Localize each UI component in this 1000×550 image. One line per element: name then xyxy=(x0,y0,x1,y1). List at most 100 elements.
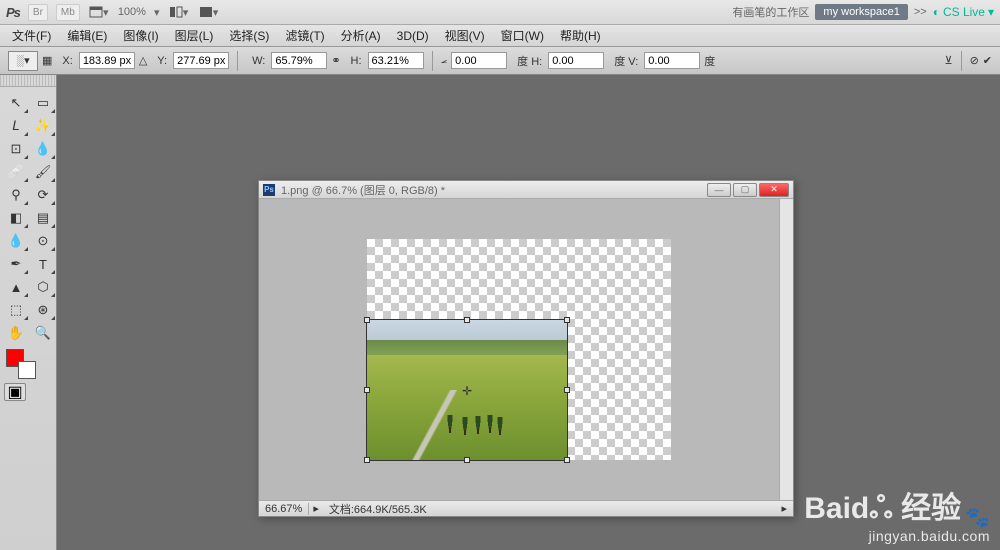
color-swatches xyxy=(0,347,56,377)
menu-analysis[interactable]: 分析(A) xyxy=(333,27,389,44)
document-titlebar[interactable]: Ps 1.png @ 66.7% (图层 0, RGB/8) * — ▢ ✕ xyxy=(259,181,793,199)
type-tool[interactable]: T xyxy=(31,254,55,274)
canvas-area[interactable]: ✛ xyxy=(259,199,779,500)
menu-layer[interactable]: 图层(L) xyxy=(167,27,222,44)
camera-icon: ▣ xyxy=(7,382,22,402)
brush-tool[interactable]: 🖌 xyxy=(31,162,55,182)
menu-3d[interactable]: 3D(D) xyxy=(389,29,437,43)
transform-handle[interactable] xyxy=(564,387,570,393)
skew-v-field[interactable] xyxy=(644,52,700,69)
minibridge-button[interactable]: Mb xyxy=(56,4,80,21)
transform-center-icon[interactable]: ✛ xyxy=(462,384,472,398)
y-field[interactable] xyxy=(173,52,229,69)
paw-icon: 🐾 xyxy=(965,505,990,530)
workspace-label: 有画笔的工作区 xyxy=(732,4,809,20)
x-label: X: xyxy=(62,55,72,67)
toolbox-drag-handle[interactable] xyxy=(0,75,56,87)
status-zoom[interactable]: 66.67% xyxy=(259,503,309,515)
background-swatch[interactable] xyxy=(18,361,36,379)
path-select-tool[interactable]: ▲ xyxy=(4,277,28,297)
hand-tool[interactable]: ✋ xyxy=(4,323,28,343)
move-tool[interactable]: ↖ xyxy=(4,93,28,113)
h-label: H: xyxy=(351,55,362,67)
dodge-tool[interactable]: ⊙ xyxy=(31,231,55,251)
ps-file-icon: Ps xyxy=(263,184,275,196)
watermark: Baidஃ 经验🐾 jingyan.baidu.com xyxy=(804,483,990,544)
arrange-icon[interactable]: ▾ xyxy=(167,3,189,21)
link-icon[interactable]: ⚭ xyxy=(331,54,340,67)
status-info[interactable]: 文档:664.9K/565.3K xyxy=(323,501,776,517)
bridge-button[interactable]: Br xyxy=(28,4,48,21)
w-label: W: xyxy=(252,55,265,67)
delta-icon[interactable]: △ xyxy=(139,54,147,67)
shape-tool[interactable]: ⬡ xyxy=(31,277,55,297)
options-bar: ░▾ ▦ X: △ Y: W: ⚭ H: ⦟ 度 H: 度 V: 度 ⊻ ⊘ ✔ xyxy=(0,47,1000,75)
stamp-tool[interactable]: ⚲ xyxy=(4,185,28,205)
menu-window[interactable]: 窗口(W) xyxy=(493,27,552,44)
skew-h-field[interactable] xyxy=(548,52,604,69)
healing-tool[interactable]: 🩹 xyxy=(4,162,28,182)
document-window: Ps 1.png @ 66.7% (图层 0, RGB/8) * — ▢ ✕ xyxy=(258,180,794,517)
transform-handle[interactable] xyxy=(364,387,370,393)
menu-view[interactable]: 视图(V) xyxy=(437,27,493,44)
cslive-button[interactable]: ◐CS Live▾ xyxy=(933,5,994,19)
work-area: Ps 1.png @ 66.7% (图层 0, RGB/8) * — ▢ ✕ xyxy=(57,75,1000,550)
eraser-tool[interactable]: ◧ xyxy=(4,208,28,228)
cslive-icon: ◐ xyxy=(933,5,940,19)
quickmask-button[interactable]: ▣ xyxy=(4,383,26,401)
warp-button[interactable]: ⊻ xyxy=(945,54,953,67)
menu-file[interactable]: 文件(F) xyxy=(4,27,59,44)
screenmode-icon[interactable]: ▾ xyxy=(197,3,219,21)
transform-handle[interactable] xyxy=(464,317,470,323)
crop-tool[interactable]: ⊡ xyxy=(4,139,28,159)
canvas[interactable]: ✛ xyxy=(367,239,671,460)
w-field[interactable] xyxy=(271,52,327,69)
transform-handle[interactable] xyxy=(564,457,570,463)
close-button[interactable]: ✕ xyxy=(759,183,789,197)
reference-point-icon[interactable]: ▦ xyxy=(42,54,52,67)
menu-image[interactable]: 图像(I) xyxy=(115,27,166,44)
3d-tool[interactable]: ⬚ xyxy=(4,300,28,320)
workspace-more[interactable]: >> xyxy=(914,6,927,18)
toolbox: ↖▭𝘓✨⊡💧🩹🖌⚲⟳◧▤💧⊙✒T▲⬡⬚⊛✋🔍 ▣ xyxy=(0,75,57,550)
commit-transform-icon[interactable]: ✔ xyxy=(983,54,992,67)
3d-camera-tool[interactable]: ⊛ xyxy=(31,300,55,320)
app-topbar: Ps Br Mb ▾ 100%▾ ▾ ▾ 有画笔的工作区 my workspac… xyxy=(0,0,1000,25)
vertical-scrollbar[interactable] xyxy=(779,199,793,500)
transform-handle[interactable] xyxy=(364,457,370,463)
angle-icon: ⦟ xyxy=(441,54,448,67)
marquee-tool[interactable]: ▭ xyxy=(31,93,55,113)
skew-h-label: 度 H: xyxy=(517,53,542,69)
pen-tool[interactable]: ✒ xyxy=(4,254,28,274)
y-label: Y: xyxy=(157,55,167,67)
workspace-switcher[interactable]: my workspace1 xyxy=(815,4,907,20)
v-unit: 度 xyxy=(704,53,715,69)
x-field[interactable] xyxy=(79,52,135,69)
transform-handle[interactable] xyxy=(464,457,470,463)
cancel-transform-icon[interactable]: ⊘ xyxy=(970,54,979,67)
menu-select[interactable]: 选择(S) xyxy=(221,27,277,44)
menubar: 文件(F) 编辑(E) 图像(I) 图层(L) 选择(S) 滤镜(T) 分析(A… xyxy=(0,25,1000,47)
gradient-tool[interactable]: ▤ xyxy=(31,208,55,228)
document-statusbar: 66.67%▸ 文档:664.9K/565.3K▸ xyxy=(259,500,793,516)
eyedropper-tool[interactable]: 💧 xyxy=(31,139,55,159)
ps-logo: Ps xyxy=(6,5,20,20)
lasso-tool[interactable]: 𝘓 xyxy=(4,116,28,136)
wand-tool[interactable]: ✨ xyxy=(31,116,55,136)
tool-preset-picker[interactable]: ░▾ xyxy=(8,51,38,71)
menu-edit[interactable]: 编辑(E) xyxy=(59,27,115,44)
blur-tool[interactable]: 💧 xyxy=(4,231,28,251)
maximize-button[interactable]: ▢ xyxy=(733,183,757,197)
h-field[interactable] xyxy=(368,52,424,69)
minimize-button[interactable]: — xyxy=(707,183,731,197)
skew-v-label: 度 V: xyxy=(614,53,638,69)
menu-filter[interactable]: 滤镜(T) xyxy=(277,27,332,44)
history-brush-tool[interactable]: ⟳ xyxy=(31,185,55,205)
zoom-level[interactable]: 100% xyxy=(118,6,146,18)
zoom-tool[interactable]: 🔍 xyxy=(31,323,55,343)
transform-handle[interactable] xyxy=(364,317,370,323)
menu-help[interactable]: 帮助(H) xyxy=(552,27,609,44)
view-extras-icon[interactable]: ▾ xyxy=(88,3,110,21)
angle-field[interactable] xyxy=(451,52,507,69)
transform-handle[interactable] xyxy=(564,317,570,323)
